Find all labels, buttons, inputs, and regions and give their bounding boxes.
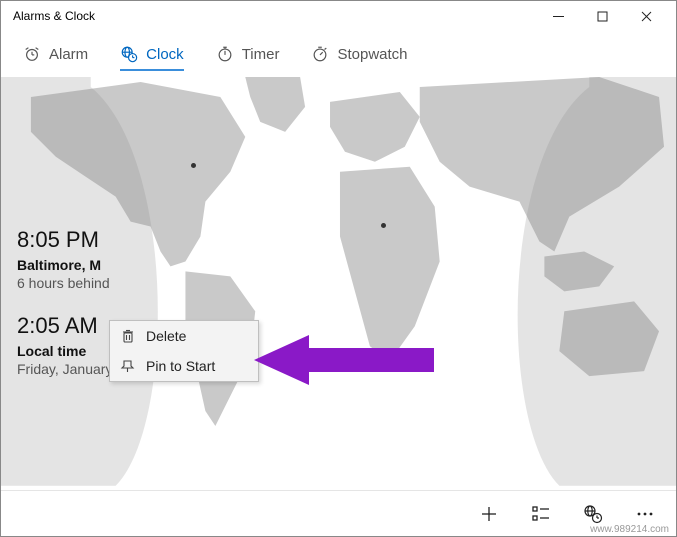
minimize-button[interactable]: [536, 1, 580, 31]
clock-sub: 6 hours behind: [17, 275, 171, 291]
menu-item-delete[interactable]: Delete: [110, 321, 258, 351]
tab-bar: Alarm Clock Timer Stopwatch: [1, 31, 676, 77]
title-bar: Alarms & Clock: [1, 1, 676, 31]
convert-time-button[interactable]: [582, 503, 604, 525]
menu-item-pin-to-start[interactable]: Pin to Start: [110, 351, 258, 381]
menu-item-label: Delete: [146, 328, 186, 344]
timer-icon: [216, 45, 234, 63]
maximize-button[interactable]: [580, 1, 624, 31]
command-bar: [1, 490, 676, 536]
clock-place: Baltimore, M: [17, 257, 171, 273]
world-map[interactable]: 8:05 PM Baltimore, M 6 hours behind 2:05…: [1, 77, 676, 490]
world-clock-icon: [120, 45, 138, 63]
app-window: Alarms & Clock Alarm Clock: [0, 0, 677, 537]
annotation-arrow-icon: [254, 330, 434, 390]
pin-icon: [120, 358, 136, 374]
tab-label: Alarm: [49, 46, 88, 63]
tab-label: Stopwatch: [337, 46, 407, 63]
close-button[interactable]: [624, 1, 668, 31]
more-button[interactable]: [634, 503, 656, 525]
ellipsis-icon: [634, 503, 656, 525]
tab-stopwatch[interactable]: Stopwatch: [311, 31, 407, 77]
maximize-icon: [597, 11, 608, 22]
clock-time: 8:05 PM: [17, 227, 171, 253]
plus-icon: [478, 503, 500, 525]
tab-label: Timer: [242, 46, 280, 63]
menu-item-label: Pin to Start: [146, 358, 215, 374]
tab-timer[interactable]: Timer: [216, 31, 280, 77]
tab-alarm[interactable]: Alarm: [23, 31, 88, 77]
tab-clock[interactable]: Clock: [120, 31, 184, 77]
select-clocks-button[interactable]: [530, 503, 552, 525]
map-pin[interactable]: [381, 223, 386, 228]
add-clock-button[interactable]: [478, 503, 500, 525]
window-title: Alarms & Clock: [9, 9, 536, 23]
context-menu: Delete Pin to Start: [109, 320, 259, 382]
tab-label: Clock: [146, 46, 184, 63]
watermark: www.989214.com: [590, 524, 669, 535]
trash-icon: [120, 328, 136, 344]
clock-entry[interactable]: 8:05 PM Baltimore, M 6 hours behind: [17, 227, 171, 291]
checklist-icon: [530, 503, 552, 525]
world-clock-convert-icon: [582, 503, 604, 525]
alarm-clock-icon: [23, 45, 41, 63]
map-pin[interactable]: [191, 163, 196, 168]
minimize-icon: [553, 11, 564, 22]
close-icon: [641, 11, 652, 22]
stopwatch-icon: [311, 45, 329, 63]
